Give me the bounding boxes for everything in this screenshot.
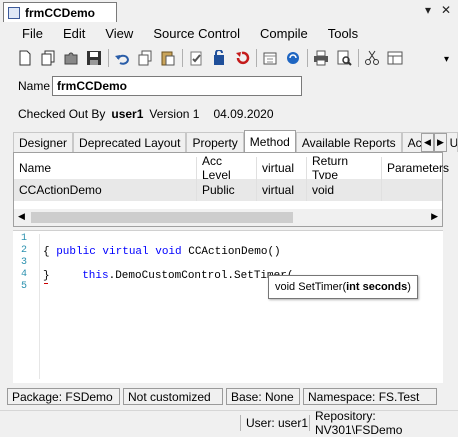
toolbar-separator [256,49,257,67]
menu-edit[interactable]: Edit [53,26,95,41]
menu-view[interactable]: View [95,26,143,41]
code-keyword-this: this [82,270,109,282]
undo-icon[interactable] [113,49,131,67]
column-header-virtual[interactable]: virtual [257,157,307,179]
close-icon[interactable]: ✕ [441,3,451,17]
print-icon[interactable] [312,49,330,67]
code-text: .DemoCustomControl.SetTimer( [108,270,294,282]
cell-acc-level: Public [197,179,257,201]
checkout-user: user1 [111,107,144,121]
menu-bar: File Edit View Source Control Compile To… [0,22,458,44]
toolbar-separator [182,49,183,67]
scroll-left-icon[interactable]: ◀ [18,211,25,222]
tab-method[interactable]: Method [243,130,296,152]
puzzle-icon[interactable] [62,49,80,67]
toolbar-separator [108,49,109,67]
form-icon [8,6,20,19]
checkout-date: 04.09.2020 [213,107,274,121]
tooltip-suffix: ) [407,281,411,293]
status-base: Base: None [226,388,300,405]
line-number: 5 [20,281,27,292]
code-text: CCActionDemo() [181,246,281,258]
error-squiggle [44,281,48,284]
copy-doc-icon[interactable] [39,49,57,67]
menu-source-control[interactable]: Source Control [143,26,250,41]
column-header-return-type[interactable]: Return Type [307,154,382,182]
tab-scroll-right-icon[interactable]: ▶ [434,133,447,152]
tab-property[interactable]: Property [186,132,244,152]
code-line-1: public virtual void CCActionDemo() [43,234,281,258]
checkout-icon[interactable] [210,49,228,67]
line-number: 2 [20,245,27,256]
tab-scroller: ◀ ▶ [421,133,447,152]
line-number: 1 [20,233,27,244]
column-header-parameters[interactable]: Parameters [382,157,449,179]
menu-tools[interactable]: Tools [318,26,368,41]
document-title: frmCCDemo [25,5,96,20]
line-number: 3 [20,257,27,268]
line-number: 4 [20,269,27,280]
tooltip-param: int seconds [346,281,408,293]
scrollbar-thumb[interactable] [31,212,293,223]
grid-header: Name Acc Level virtual Return Type Param… [14,154,449,182]
status-customized: Not customized [123,388,223,405]
form-status-bar: Package: FSDemo Not customized Base: Non… [7,388,440,405]
name-label: Name [18,79,51,93]
tab-available-reports[interactable]: Available Reports [295,132,402,152]
tab-deprecated-layout[interactable]: Deprecated Layout [73,132,187,152]
pin-dropdown-icon[interactable]: ▾ [425,3,431,17]
checkout-version: Version 1 [149,107,200,121]
save-icon[interactable] [85,49,103,67]
cut-icon[interactable] [363,49,381,67]
cell-virtual: virtual [257,179,307,201]
name-field[interactable]: frmCCDemo [52,76,302,96]
toolbar [16,45,409,71]
table-row[interactable]: CCActionDemo Public virtual void [14,179,442,201]
status-repository: Repository: NV301\FSDemo [309,409,458,437]
document-tab[interactable]: frmCCDemo [3,2,117,22]
column-header-acc-level[interactable]: Acc Level [197,154,257,182]
refresh-icon[interactable] [284,49,302,67]
calendar-icon[interactable] [261,49,279,67]
paste-icon[interactable] [159,49,177,67]
column-header-name[interactable]: Name [14,157,197,179]
toolbar-separator [358,49,359,67]
signature-tooltip: void SetTimer(int seconds) [268,275,418,299]
status-package: Package: FSDemo [7,388,120,405]
menu-compile[interactable]: Compile [250,26,318,41]
copy-icon[interactable] [136,49,154,67]
grid-horizontal-scrollbar[interactable]: ◀ ▶ [14,209,442,226]
code-line-2: { [43,246,50,258]
status-user: User: user1 [240,415,308,431]
status-namespace: Namespace: FS.Test [303,388,437,405]
toolbar-overflow-icon[interactable]: ▾ [444,54,449,65]
checkout-label: Checked Out By [18,107,106,121]
tab-scroll-left-icon[interactable]: ◀ [421,133,434,152]
toolbar-separator [307,49,308,67]
tooltip-prefix: void SetTimer( [275,281,347,293]
fold-margin [39,234,40,379]
new-icon[interactable] [16,49,34,67]
scroll-right-icon[interactable]: ▶ [431,211,438,222]
checkout-info: Checked Out By user1 Version 1 04.09.202… [18,107,274,121]
print-preview-icon[interactable] [335,49,353,67]
menu-file[interactable]: File [0,26,53,41]
checkin-icon[interactable] [187,49,205,67]
layout-icon[interactable] [386,49,404,67]
line-number-gutter: 1 2 3 4 5 [13,233,27,293]
cell-name: CCActionDemo [14,179,197,201]
tab-designer[interactable]: Designer [13,132,74,152]
tab-strip: Designer Deprecated Layout Property Meth… [13,130,458,152]
app-status-bar: User: user1 Repository: NV301\FSDemo [0,409,458,437]
code-keywords: public virtual void [56,246,182,258]
code-line-3: this.DemoCustomControl.SetTimer( [69,258,293,282]
undo-checkout-icon[interactable] [233,49,251,67]
cell-parameters [382,179,442,201]
cell-return-type: void [307,179,382,201]
